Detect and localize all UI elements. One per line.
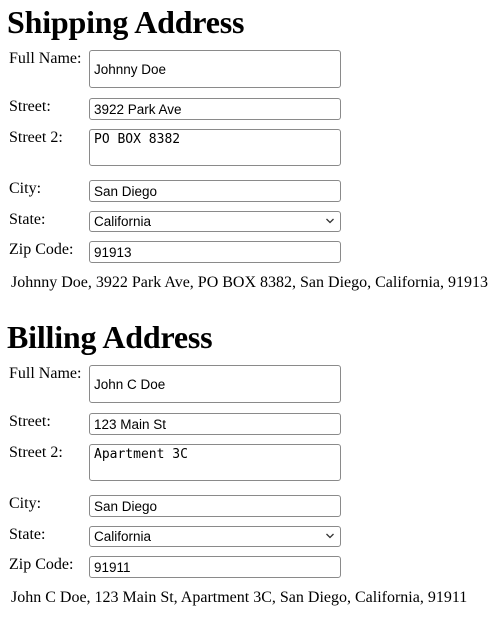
shipping-street-input[interactable] <box>89 98 341 120</box>
billing-street-input[interactable] <box>89 413 341 435</box>
shipping-street-label: Street: <box>9 98 51 115</box>
shipping-full-name-label: Full Name: <box>9 50 82 67</box>
shipping-zip-input[interactable] <box>89 241 341 263</box>
billing-full-name-label: Full Name: <box>9 365 82 382</box>
billing-street-label: Street: <box>9 413 51 430</box>
billing-zip-label: Zip Code: <box>9 556 74 573</box>
billing-address-form: Full Name: Street: Street 2: Apartment 3… <box>9 365 341 578</box>
billing-city-label: City: <box>9 495 42 512</box>
shipping-state-select[interactable]: California <box>89 211 341 232</box>
billing-address-summary: John C Doe, 123 Main St, Apartment 3C, S… <box>11 589 468 606</box>
billing-zip-input[interactable] <box>89 556 341 578</box>
shipping-address-heading: Shipping Address <box>7 4 245 40</box>
shipping-city-input[interactable] <box>89 180 341 202</box>
billing-street2-textarea[interactable]: Apartment 3C <box>89 444 341 481</box>
shipping-zip-label: Zip Code: <box>9 241 74 258</box>
billing-state-select[interactable]: California <box>89 526 341 547</box>
billing-address-heading: Billing Address <box>7 319 213 355</box>
shipping-street2-label: Street 2: <box>9 129 63 146</box>
shipping-street2-textarea[interactable]: PO BOX 8382 <box>89 129 341 166</box>
shipping-full-name-input[interactable] <box>89 50 341 88</box>
billing-city-input[interactable] <box>89 495 341 517</box>
billing-state-label: State: <box>9 526 46 543</box>
billing-full-name-input[interactable] <box>89 365 341 403</box>
shipping-address-form: Full Name: Street: Street 2: PO BOX 8382… <box>9 50 341 263</box>
shipping-address-summary: Johnny Doe, 3922 Park Ave, PO BOX 8382, … <box>11 274 488 291</box>
shipping-state-select-wrapper[interactable]: California <box>89 211 341 232</box>
billing-street2-label: Street 2: <box>9 444 63 461</box>
page: Shipping Address Full Name: Street: Stre… <box>0 0 497 607</box>
shipping-state-label: State: <box>9 211 46 228</box>
shipping-city-label: City: <box>9 180 42 197</box>
billing-state-select-wrapper[interactable]: California <box>89 526 341 547</box>
